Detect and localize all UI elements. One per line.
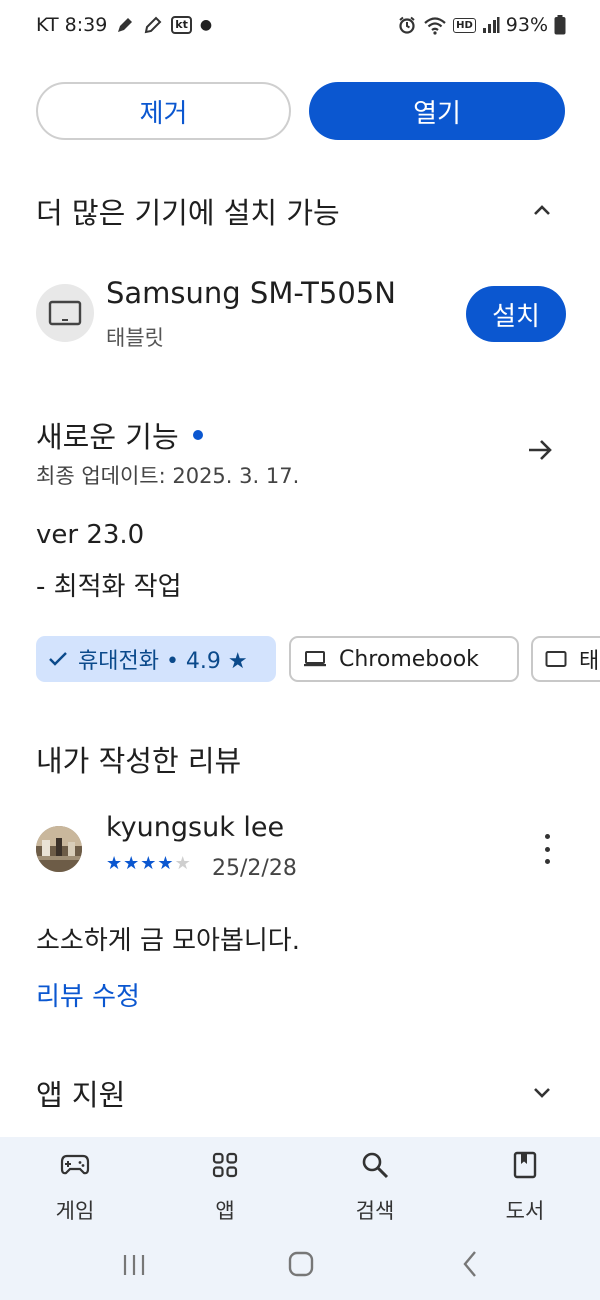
review-text: 소소하게 금 모아봅니다. [36,926,300,956]
status-bar: KT 8:39 kt ● HD 93% [0,0,600,52]
app-support-title[interactable]: 앱 지원 [36,1072,125,1114]
pencil-icon [143,15,163,35]
hd-voice-icon: HD [453,17,476,33]
home-icon[interactable] [285,1248,317,1280]
laptop-icon [304,651,326,667]
whats-new-title: 새로운 기능 [36,420,179,454]
battery-icon [554,15,566,35]
nav-apps-label: 앱 [215,1199,235,1223]
more-options-icon[interactable] [537,834,557,864]
search-icon [359,1149,391,1181]
nav-games-label: 게임 [55,1199,95,1223]
nav-search[interactable]: 검색 [315,1137,435,1238]
avatar [36,826,82,872]
chip-phone-label: 휴대전화 • 4.9 ★ [78,649,248,674]
reviewer-name: kyungsuk lee [106,812,285,843]
book-icon [509,1149,541,1181]
device-row: Samsung SM-T505N 태블릿 설치 [36,276,566,356]
chip-tablet[interactable]: 태 [531,636,600,682]
open-button[interactable]: 열기 [309,82,565,140]
star-icon: ★ [106,853,123,874]
recent-apps-icon[interactable] [118,1250,150,1280]
wifi-icon [423,15,447,35]
chip-tablet-label: 태 [579,649,600,674]
signal-icon [482,16,500,34]
star-icon: ★ [157,853,174,874]
battery-percent: 93% [505,14,548,36]
device-name: Samsung SM-T505N [106,276,396,310]
remove-button[interactable]: 제거 [36,82,291,140]
chip-phone[interactable]: 휴대전화 • 4.9 ★ [36,636,276,682]
nav-games[interactable]: 게임 [15,1137,135,1238]
star-icon: ★ [140,853,157,874]
nav-search-label: 검색 [355,1199,395,1223]
back-icon[interactable] [455,1248,485,1280]
chip-chromebook-label: Chromebook [339,646,479,672]
alarm-icon [397,15,417,35]
tablet-chip-icon [545,651,567,667]
chip-chromebook[interactable]: Chromebook [289,636,519,682]
device-chips: 휴대전화 • 4.9 ★ Chromebook 태 [36,636,600,684]
status-right: HD 93% [397,14,566,36]
check-icon [49,652,67,666]
carrier-time: KT 8:39 [36,14,108,36]
arrow-right-icon[interactable] [525,435,555,465]
last-updated: 최종 업데이트: 2025. 3. 17. [36,464,300,488]
star-icon: ★ [123,853,140,874]
chevron-up-icon[interactable] [527,195,557,225]
nav-books[interactable]: 도서 [465,1137,585,1238]
app-actions: 제거 열기 [36,82,565,140]
status-left: KT 8:39 kt ● [36,14,212,36]
more-devices-title: 더 많은 기기에 설치 가능 [36,196,340,230]
device-type: 태블릿 [106,326,164,350]
star-empty-icon: ★ [174,853,191,874]
review-date: 25/2/28 [212,856,297,881]
version-text: ver 23.0 [36,520,145,550]
update-note: - 최적화 작업 [36,572,182,602]
my-review-title: 내가 작성한 리뷰 [36,744,242,778]
rating-stars: ★ ★ ★ ★ ★ [106,853,191,874]
nav-books-label: 도서 [505,1199,545,1223]
chevron-down-icon[interactable] [527,1078,557,1108]
new-indicator-dot [192,430,203,440]
tablet-icon [36,284,94,342]
kt-app-icon: kt [171,16,192,34]
gamepad-icon [59,1149,91,1181]
system-navigation [0,1238,600,1300]
edit-review-link[interactable]: 리뷰 수정 [36,976,140,1013]
whats-new-header[interactable]: 새로운 기능 [36,414,203,456]
notification-dot-icon: ● [199,17,213,33]
install-button[interactable]: 설치 [466,286,566,342]
edit-pen-icon [115,15,135,35]
bottom-navigation: 게임 앱 검색 도서 [0,1137,600,1238]
apps-grid-icon [209,1149,241,1181]
nav-apps[interactable]: 앱 [165,1137,285,1238]
